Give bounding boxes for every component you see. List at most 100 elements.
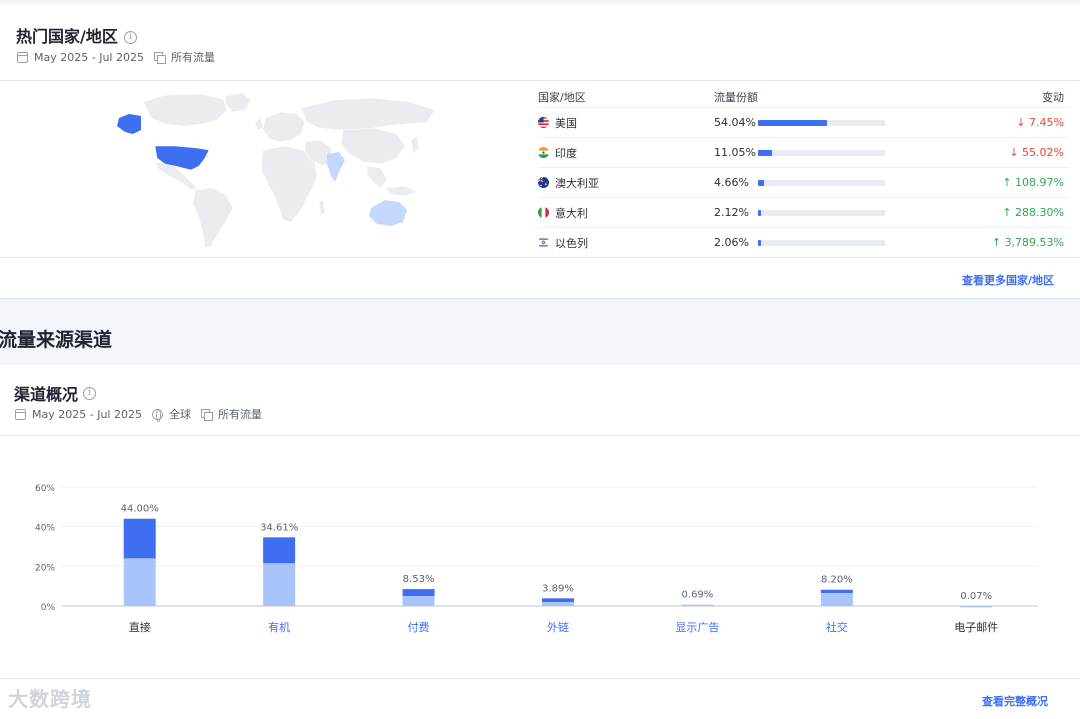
share-bar-fill <box>758 119 827 126</box>
share-bar-fill <box>758 179 764 186</box>
table-header: 国家/地区 流量份额 变动 <box>538 86 1070 108</box>
x-category-label: 有机 <box>268 620 290 634</box>
countries-table: 国家/地区 流量份额 变动 美国 54.04% ↓ 7.45% 印度 11.05… <box>538 86 1070 258</box>
traffic-type-icon <box>200 408 213 421</box>
bar-segment <box>402 589 435 597</box>
india-flag-icon <box>538 147 549 158</box>
share-bar-fill <box>758 149 773 156</box>
share-value: 4.66% <box>714 176 749 189</box>
table-row[interactable]: 意大利 2.12% ↑ 288.30% <box>538 198 1070 228</box>
header-country[interactable]: 国家/地区 <box>538 89 714 105</box>
bar-value-label: 44.00% <box>121 504 159 515</box>
bar-segment <box>542 598 574 603</box>
change-value: ↓ 55.02% <box>914 146 1070 159</box>
arrow-down-icon: ↓ <box>1009 146 1019 159</box>
country-name[interactable]: 以色列 <box>555 235 588 251</box>
share-value: 54.04% <box>714 116 756 129</box>
share-bar <box>758 149 885 156</box>
country-name[interactable]: 美国 <box>555 115 577 131</box>
bar-value-label: 8.53% <box>403 574 435 585</box>
y-tick-label: 40% <box>35 524 55 534</box>
share-value: 11.05% <box>714 146 756 159</box>
israel-flag-icon <box>538 237 549 248</box>
bar-value-label: 34.61% <box>260 522 298 533</box>
bar-segment <box>681 604 714 607</box>
country-name[interactable]: 澳大利亚 <box>555 175 599 191</box>
australia-flag-icon <box>538 177 549 188</box>
channels-bar-chart: 0% 20% 40% 60% 44.00% 直接 34.61% 有机 8.53% 付费 3.89%… <box>35 484 1038 634</box>
countries-title: 热门国家/地区 <box>16 27 118 46</box>
world-map[interactable] <box>105 90 445 252</box>
view-full-overview-link[interactable]: 查看完整概况 <box>982 693 1048 709</box>
arrow-up-icon: ↑ <box>1002 206 1012 219</box>
y-tick-label: 60% <box>35 484 55 494</box>
share-bar-fill <box>758 209 761 216</box>
bar-segment <box>263 537 296 564</box>
change-value: ↑ 108.97% <box>914 176 1070 189</box>
bar-value-label: 0.69% <box>682 590 714 601</box>
share-bar <box>758 119 885 126</box>
bar-value-label: 8.20% <box>821 575 853 586</box>
bar-segment <box>960 605 993 608</box>
date-range[interactable]: May 2025 - Jul 2025 <box>34 51 144 64</box>
change-text: 55.02% <box>1022 146 1064 159</box>
globe-icon <box>151 408 163 422</box>
bar-segment <box>820 589 853 594</box>
y-tick-label: 20% <box>35 563 55 573</box>
table-row[interactable]: 澳大利亚 4.66% ↑ 108.97% <box>538 168 1070 198</box>
header-share[interactable]: 流量份额 <box>714 89 914 105</box>
change-value: ↑ 288.30% <box>914 206 1070 219</box>
view-more-countries-link[interactable]: 查看更多国家/地区 <box>962 272 1054 288</box>
watermark: 大数跨境 <box>8 687 92 711</box>
y-tick-label: 0% <box>41 603 56 613</box>
change-text: 7.45% <box>1029 116 1064 129</box>
share-bar <box>758 179 885 186</box>
calendar-icon <box>15 408 26 420</box>
header-change[interactable]: 变动 <box>914 89 1070 105</box>
share-bar <box>758 209 885 216</box>
section-heading: 流量来源渠道 <box>0 329 113 351</box>
arrow-down-icon: ↓ <box>1016 116 1026 129</box>
info-icon[interactable]: i <box>124 31 137 44</box>
italy-flag-icon <box>538 207 549 218</box>
countries-meta: May 2025 - Jul 2025 所有流量 <box>17 49 215 65</box>
bar-segment <box>402 596 435 606</box>
arrow-up-icon: ↑ <box>1002 176 1012 189</box>
table-row[interactable]: 以色列 2.06% ↑ 3,789.53% <box>538 228 1070 258</box>
date-range[interactable]: May 2025 - Jul 2025 <box>32 408 142 421</box>
country-name[interactable]: 印度 <box>555 145 577 161</box>
share-value: 2.06% <box>714 236 749 249</box>
info-icon[interactable]: i <box>83 387 96 400</box>
calendar-icon <box>17 51 28 63</box>
table-row[interactable]: 印度 11.05% ↓ 55.02% <box>538 138 1070 168</box>
change-value: ↓ 7.45% <box>914 116 1070 129</box>
divider <box>0 435 1080 436</box>
change-text: 3,789.53% <box>1004 236 1064 249</box>
channels-title: 渠道概况 <box>14 385 79 404</box>
arrow-up-icon: ↑ <box>991 236 1002 249</box>
divider <box>0 257 1080 258</box>
share-bar <box>758 239 885 246</box>
x-category-label: 社交 <box>826 620 848 634</box>
channels-meta: May 2025 - Jul 2025 全球 所有流量 <box>15 406 262 422</box>
x-category-label: 付费 <box>408 621 430 634</box>
traffic-type[interactable]: 所有流量 <box>218 406 262 422</box>
x-category-label: 电子邮件 <box>954 621 998 634</box>
us-flag-icon <box>538 117 549 128</box>
bar-segment <box>820 593 853 606</box>
bar-segment <box>123 518 156 559</box>
share-value: 2.12% <box>714 206 749 219</box>
change-text: 108.97% <box>1015 176 1064 189</box>
x-category-label: 外链 <box>547 620 569 634</box>
traffic-type[interactable]: 所有流量 <box>171 49 215 65</box>
table-row[interactable]: 美国 54.04% ↓ 7.45% <box>538 108 1070 138</box>
change-value: ↑ 3,789.53% <box>914 236 1070 249</box>
bar-segment <box>123 558 156 606</box>
bar-segment <box>263 563 296 606</box>
country-name[interactable]: 意大利 <box>555 205 588 221</box>
divider <box>0 678 1080 679</box>
region[interactable]: 全球 <box>169 406 191 422</box>
countries-card: 热门国家/地区 i May 2025 - Jul 2025 所有流量 国家/地区… <box>0 4 1080 299</box>
traffic-type-icon <box>153 51 166 64</box>
change-text: 288.30% <box>1015 206 1064 219</box>
